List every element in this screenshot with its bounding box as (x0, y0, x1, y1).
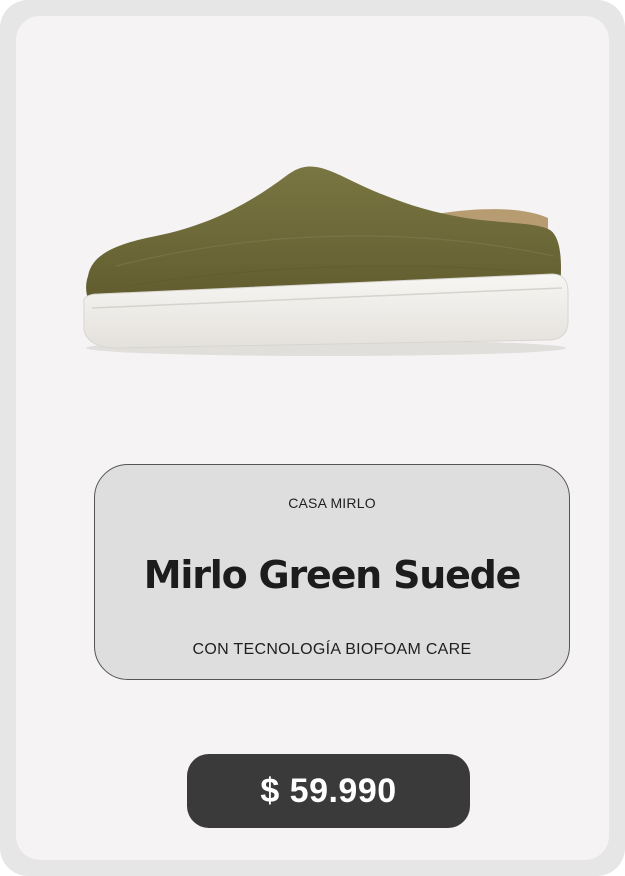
price-label: $ 59.990 (260, 771, 397, 810)
product-title: Mirlo Green Suede (143, 553, 522, 597)
brand-label: CASA MIRLO (288, 495, 376, 511)
product-card: CASA MIRLO Mirlo Green Suede CON TECNOLO… (16, 16, 609, 860)
product-card-frame: CASA MIRLO Mirlo Green Suede CON TECNOLO… (0, 0, 625, 876)
product-info-box: CASA MIRLO Mirlo Green Suede CON TECNOLO… (94, 464, 570, 680)
product-tagline: CON TECNOLOGÍA BIOFOAM CARE (192, 641, 472, 658)
shoe-image (83, 166, 569, 356)
price-button[interactable]: $ 59.990 (187, 754, 470, 828)
